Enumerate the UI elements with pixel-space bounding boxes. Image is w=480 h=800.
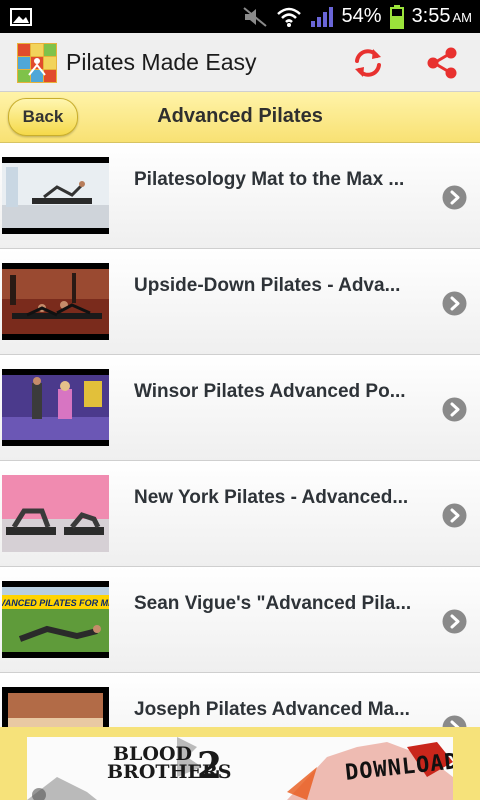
action-bar: Pilates Made Easy [0, 33, 480, 92]
clock: 3:55 AM [412, 5, 472, 28]
list-item[interactable]: New York Pilates - Advanced... [0, 461, 480, 567]
battery-icon [389, 4, 404, 29]
video-title: Winsor Pilates Advanced Po... [134, 381, 406, 402]
thumbnail-caption: ADVANCED PILATES FOR MEN! [2, 598, 109, 608]
mute-icon [242, 6, 267, 27]
wifi-icon [276, 7, 301, 27]
video-thumbnail [2, 157, 109, 234]
video-list: Pilatesology Mat to the Max ... Upside-D… [0, 143, 480, 779]
category-header: Advanced Pilates Back [0, 92, 480, 143]
chevron-right-icon [442, 397, 467, 422]
video-title: New York Pilates - Advanced... [134, 487, 409, 508]
video-title: Pilatesology Mat to the Max ... [134, 169, 405, 190]
chevron-right-icon [442, 185, 467, 210]
gallery-notification-icon [10, 8, 32, 26]
signal-icon [310, 6, 333, 27]
ad-headline-number: 2 [197, 745, 223, 787]
video-title: Upside-Down Pilates - Adva... [134, 275, 401, 296]
chevron-right-icon [442, 503, 467, 528]
list-item[interactable]: Upside-Down Pilates - Adva... [0, 249, 480, 355]
list-item[interactable]: ADVANCED PILATES FOR MEN! Sean Vigue's "… [0, 567, 480, 673]
list-item[interactable]: Pilatesology Mat to the Max ... [0, 143, 480, 249]
video-title: Joseph Pilates Advanced Ma... [134, 699, 410, 720]
status-bar: 54% 3:55 AM [0, 0, 480, 33]
video-thumbnail [2, 369, 109, 446]
ad-creative[interactable]: BLOOD BROTHERS 2 DOWNLOAD [27, 737, 453, 800]
video-title: Sean Vigue's "Advanced Pila... [134, 593, 412, 614]
clock-ampm: AM [452, 10, 473, 25]
back-button[interactable]: Back [8, 98, 78, 136]
battery-percent: 54% [341, 5, 382, 27]
video-thumbnail [2, 475, 109, 552]
chevron-right-icon [442, 609, 467, 634]
app-title: Pilates Made Easy [66, 49, 257, 75]
refresh-icon[interactable] [350, 45, 386, 81]
clock-time: 3:55 [411, 5, 451, 27]
ad-banner[interactable]: BLOOD BROTHERS 2 DOWNLOAD [0, 727, 480, 800]
video-thumbnail: ADVANCED PILATES FOR MEN! [2, 581, 109, 658]
chevron-right-icon [442, 291, 467, 316]
app-logo-icon [17, 43, 57, 83]
video-thumbnail [2, 263, 109, 340]
list-item[interactable]: Winsor Pilates Advanced Po... [0, 355, 480, 461]
share-icon[interactable] [424, 45, 460, 81]
